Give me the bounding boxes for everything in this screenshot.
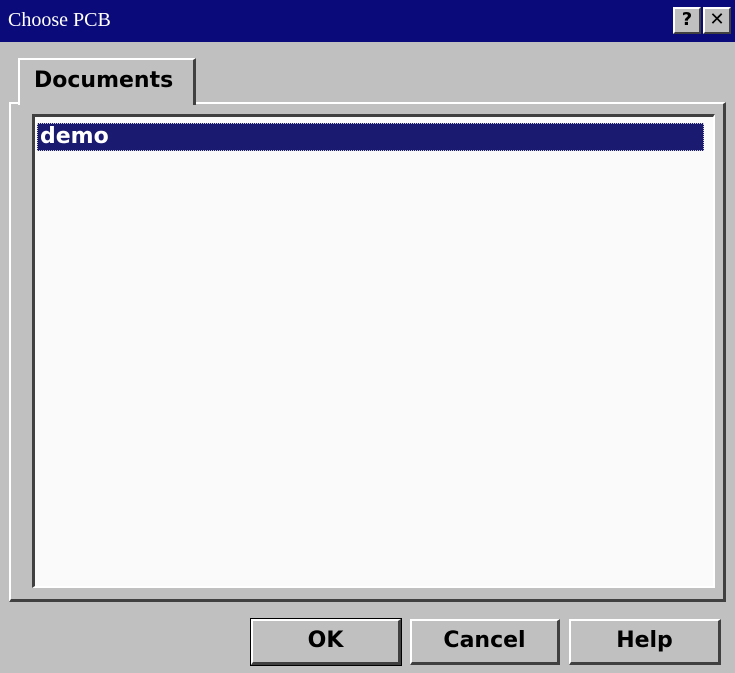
ok-button[interactable]: OK [250, 618, 402, 666]
list-item-demo[interactable]: demo [37, 123, 704, 151]
choose-pcb-dialog: Choose PCB ? ✕ Documents demo OK Cancel … [0, 0, 735, 673]
help-button[interactable]: Help [569, 619, 721, 665]
documents-panel: demo [9, 102, 726, 602]
cancel-button[interactable]: Cancel [410, 619, 560, 665]
title-bar[interactable]: Choose PCB ? ✕ [0, 0, 735, 42]
tab-documents-label: Documents [34, 68, 174, 93]
tab-documents[interactable]: Documents [18, 58, 196, 105]
window-title: Choose PCB [8, 9, 111, 31]
documents-listbox[interactable]: demo [32, 114, 715, 588]
list-item-label: demo [40, 124, 109, 149]
help-icon[interactable]: ? [673, 7, 701, 34]
close-icon[interactable]: ✕ [703, 7, 731, 34]
